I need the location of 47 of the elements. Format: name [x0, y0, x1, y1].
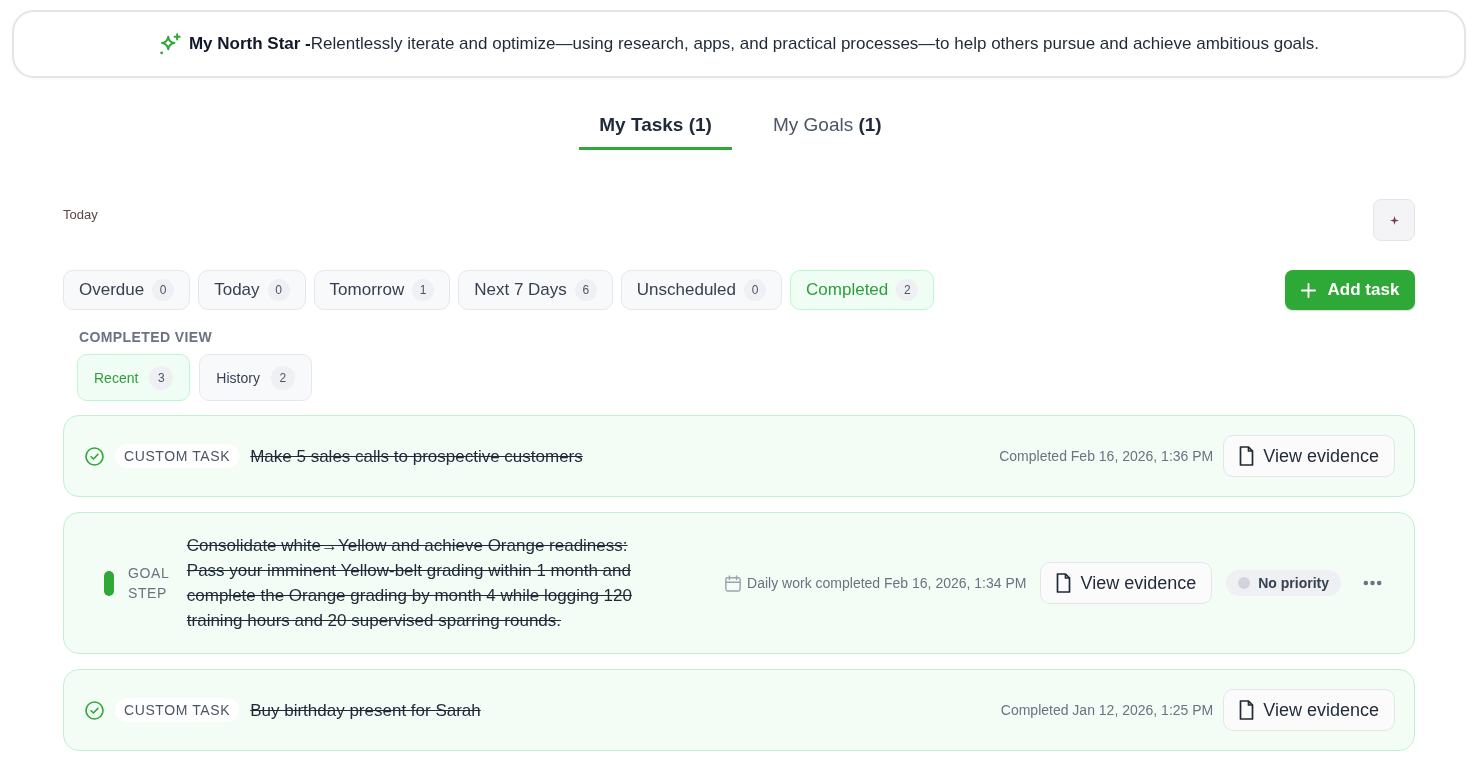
count-badge: 0 — [267, 279, 290, 301]
filter-tab[interactable]: Completed 2 — [790, 270, 935, 310]
tab[interactable]: My Tasks (1) — [579, 101, 732, 150]
check-circle-icon — [85, 700, 104, 720]
priority-badge[interactable]: No priority — [1226, 570, 1341, 596]
count-badge: 0 — [152, 279, 175, 301]
task-type-label: GOAL STEP — [128, 564, 169, 603]
plus-icon — [1300, 282, 1316, 298]
completed-time: Daily work completed Feb 16, 2026, 1:34 PM — [747, 575, 1027, 591]
more-icon — [1363, 580, 1382, 586]
task-title: Consolidate white→Yellow and achieve Orange readiness: Pass your imminent Yellow-belt grading within 1 month and complete the Orange grading by month 4 while logging 120 training hours and 20 supervised sparring rounds. — [186, 535, 633, 632]
count-badge: 6 — [574, 279, 597, 301]
view-tab[interactable]: History 2 — [199, 354, 312, 401]
sparkle-icon — [158, 33, 181, 55]
task-type-tag: CUSTOM TASK — [115, 698, 240, 722]
section-label: COMPLETED VIEW — [79, 328, 214, 346]
marker-icon — [104, 570, 114, 596]
tab[interactable]: My Goals (1) — [752, 101, 902, 150]
more-button[interactable] — [1363, 580, 1382, 586]
completed-time: Completed Feb 16, 2026, 1:36 PM — [999, 448, 1214, 464]
count-badge: 3 — [149, 365, 174, 390]
count-badge: 2 — [270, 365, 295, 390]
view-evidence-button[interactable]: View evidence — [1040, 562, 1213, 604]
sparkle-icon — [1389, 215, 1399, 225]
file-icon — [1056, 573, 1072, 593]
task-type-tag: CUSTOM TASK — [115, 444, 240, 468]
count-badge: 2 — [896, 279, 919, 301]
task-title: Buy birthday present for Sarah — [250, 699, 481, 722]
count-badge: 1 — [412, 279, 435, 301]
check-circle-icon — [85, 446, 104, 466]
completed-time: Completed Jan 12, 2026, 1:25 PM — [1000, 702, 1214, 718]
section-title: Today — [63, 206, 98, 223]
filter-tab[interactable]: Overdue 0 — [63, 270, 191, 310]
filter-tab[interactable]: Next 7 Days 6 — [458, 270, 613, 310]
task-title: Make 5 sales calls to prospective customers — [250, 445, 583, 468]
count-badge: 0 — [744, 279, 767, 301]
filter-tab[interactable]: Today 0 — [198, 270, 306, 310]
file-icon — [1239, 446, 1255, 466]
view-evidence-button[interactable]: View evidence — [1223, 435, 1395, 477]
calendar-icon — [725, 574, 742, 592]
view-evidence-button[interactable]: View evidence — [1223, 689, 1395, 731]
filter-tab[interactable]: Unscheduled 0 — [620, 270, 783, 310]
priority-dot-icon — [1238, 577, 1251, 589]
file-icon — [1239, 700, 1255, 720]
filter-tab[interactable]: Tomorrow 1 — [313, 270, 451, 310]
north-star-text: My North Star -Relentlessly iterate and optimize—using research, apps, and practical processes—to help others pursue and achieve ambitious goals. — [188, 34, 1320, 54]
view-tab[interactable]: Recent 3 — [77, 354, 191, 401]
